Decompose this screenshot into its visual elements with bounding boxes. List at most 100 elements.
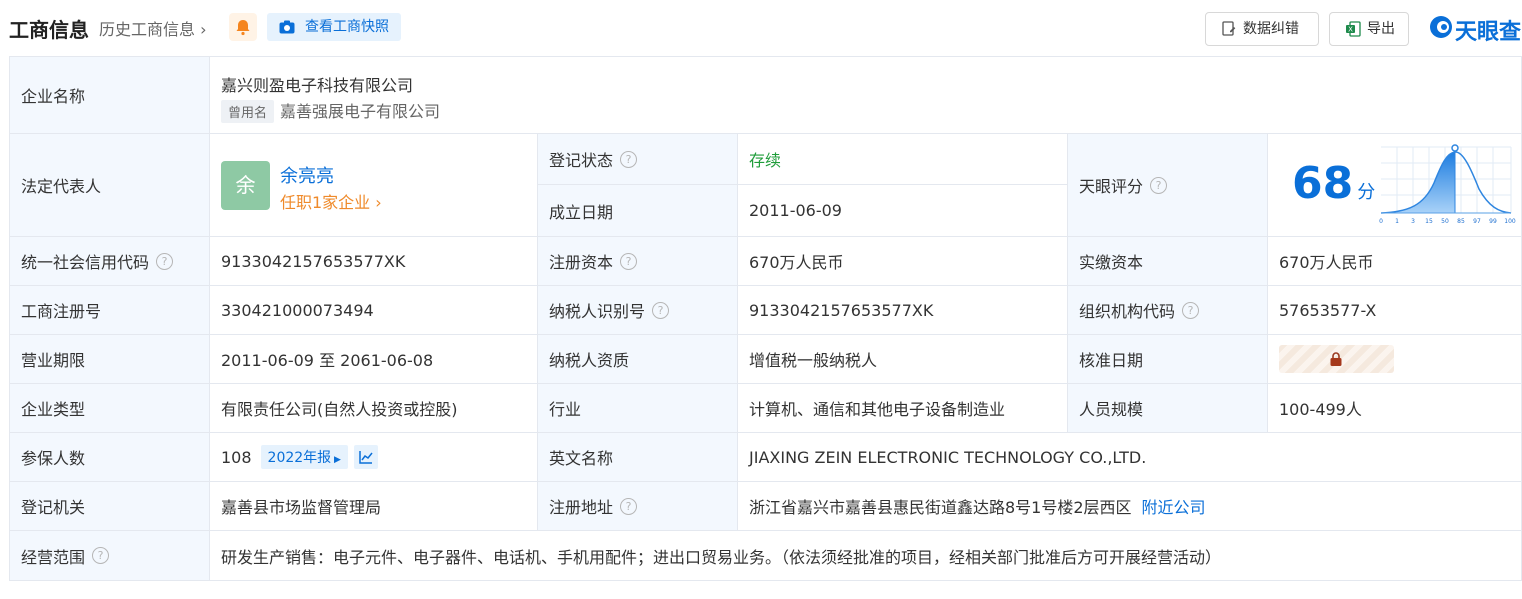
label-text: 工商注册号 <box>21 302 102 321</box>
label-reg-number: 工商注册号 <box>9 286 210 335</box>
label-text: 纳税人资质 <box>549 351 630 370</box>
reg-address-cell: 浙江省嘉兴市嘉善县惠民街道鑫达路8号1号楼2层西区 附近公司 <box>738 482 1522 531</box>
bell-button[interactable] <box>229 13 257 41</box>
staff-size-value: 100-499人 <box>1268 384 1522 433</box>
label-biz-term: 营业期限 <box>9 335 210 384</box>
camera-icon <box>279 20 295 34</box>
label-text: 组织机构代码 <box>1079 302 1176 321</box>
score-tick: 85 <box>1457 218 1465 225</box>
help-icon[interactable]: ? <box>620 497 638 515</box>
help-icon[interactable]: ? <box>92 547 110 564</box>
label-text: 企业名称 <box>21 87 86 106</box>
label-biz-scope: 经营范围? <box>9 531 210 581</box>
legal-rep-jobs-link[interactable]: 任职1家企业 › <box>280 189 382 213</box>
score-tick: 3 <box>1411 218 1415 225</box>
snapshot-label: 查看工商快照 <box>305 19 389 35</box>
label-taxpayer-qual: 纳税人资质 <box>538 335 738 384</box>
legal-rep-name[interactable]: 余亮亮 <box>280 162 334 188</box>
label-text: 法定代表人 <box>21 177 102 196</box>
paid-capital-value: 670万人民币 <box>1268 237 1522 286</box>
reg-status-value: 存续 <box>738 134 1068 185</box>
help-icon[interactable]: ? <box>1150 176 1168 194</box>
nearby-companies-link[interactable]: 附近公司 <box>1142 494 1206 518</box>
approve-date-cell <box>1268 335 1522 384</box>
company-type-value: 有限责任公司(自然人投资或控股) <box>210 384 538 433</box>
score-tick: 0 <box>1379 218 1383 225</box>
label-insured: 参保人数 <box>9 433 210 482</box>
label-org-code: 组织机构代码? <box>1068 286 1268 335</box>
score-value: 68 分 <box>1292 158 1375 209</box>
section-title: 工商信息 <box>9 18 89 42</box>
trend-chart-button[interactable] <box>353 445 378 469</box>
help-icon[interactable]: ? <box>652 301 670 319</box>
label-reg-capital: 注册资本? <box>538 237 738 286</box>
biz-scope-value: 研发生产销售：电子元件、电子器件、电话机、手机用配件；进出口贸易业务。（依法须经… <box>210 531 1522 581</box>
caret-right-icon: ▶ <box>331 455 341 465</box>
reg-address-value: 浙江省嘉兴市嘉善县惠民街道鑫达路8号1号楼2层西区 <box>749 498 1132 517</box>
label-text: 人员规模 <box>1079 400 1144 419</box>
found-date-value: 2011-06-09 <box>738 185 1068 237</box>
label-text: 注册地址 <box>549 498 614 517</box>
bell-icon <box>236 20 250 36</box>
legal-rep-jobs: 任职1家企业 <box>280 193 371 212</box>
excel-icon: X <box>1346 21 1361 37</box>
export-button[interactable]: X 导出 <box>1329 12 1409 46</box>
label-text: 经营范围 <box>21 547 86 567</box>
used-name-tag: 曾用名 <box>221 100 275 123</box>
company-name: 嘉兴则盈电子科技有限公司 <box>221 76 414 95</box>
label-text: 统一社会信用代码 <box>21 253 150 272</box>
chevron-right-icon: › <box>195 20 207 39</box>
help-icon[interactable]: ? <box>156 252 174 270</box>
help-icon[interactable]: ? <box>1182 301 1200 319</box>
label-paid-capital: 实缴资本 <box>1068 237 1268 286</box>
annual-report-button[interactable]: 2022年报 ▶ <box>260 445 348 469</box>
tianyancha-logo-icon <box>1430 16 1452 38</box>
label-text: 参保人数 <box>21 449 86 468</box>
used-name-row: 曾用名 嘉善强展电子有限公司 <box>221 98 440 123</box>
biz-term-value: 2011-06-09 至 2061-06-08 <box>210 335 538 384</box>
label-text: 营业期限 <box>21 351 86 370</box>
chevron-right-icon: › <box>370 193 382 212</box>
score-ticks: 0 1 3 15 50 85 97 99 100 <box>1379 218 1516 225</box>
data-correct-label: 数据纠错 <box>1243 21 1299 37</box>
reg-number-value: 330421000073494 <box>210 286 538 335</box>
tianyan-score-cell[interactable]: 68 分 0 1 3 15 50 85 97 99 100 <box>1268 134 1522 237</box>
label-found-date: 成立日期 <box>538 185 738 237</box>
score-tick: 50 <box>1441 218 1449 225</box>
history-link-label: 历史工商信息 <box>99 20 196 39</box>
label-reg-address: 注册地址? <box>538 482 738 531</box>
data-correct-button[interactable]: 数据纠错 <box>1205 12 1319 46</box>
industry-value: 计算机、通信和其他电子设备制造业 <box>738 384 1068 433</box>
label-text: 登记机关 <box>21 498 86 517</box>
label-text: 登记状态 <box>549 151 614 170</box>
history-link[interactable]: 历史工商信息 › <box>99 16 207 40</box>
locked-value[interactable] <box>1279 345 1394 373</box>
taxpayer-qual-value: 增值税一般纳税人 <box>738 335 1068 384</box>
score-tick: 15 <box>1425 218 1433 225</box>
label-company-name: 企业名称 <box>9 56 210 134</box>
label-taxpayer-id: 纳税人识别号? <box>538 286 738 335</box>
export-label: 导出 <box>1367 21 1395 37</box>
score-tick: 100 <box>1504 218 1516 225</box>
label-text: 实缴资本 <box>1079 253 1144 272</box>
header-bar: 工商信息 历史工商信息 › 查看工商快照 数据纠错 X 导出 天眼查 <box>0 0 1522 56</box>
label-text: 成立日期 <box>549 202 614 222</box>
help-icon[interactable]: ? <box>620 252 638 270</box>
snapshot-button[interactable]: 查看工商快照 <box>267 13 401 41</box>
label-text: 纳税人识别号 <box>549 302 646 321</box>
insured-value: 108 <box>221 447 252 467</box>
avatar[interactable]: 余 <box>221 161 270 210</box>
legal-rep-cell: 余 余亮亮 任职1家企业 › <box>210 134 538 237</box>
used-name: 嘉善强展电子有限公司 <box>280 102 441 121</box>
score-tick: 97 <box>1473 218 1481 225</box>
score-unit: 分 <box>1357 182 1376 203</box>
help-icon[interactable]: ? <box>620 150 638 168</box>
score-tick: 1 <box>1395 218 1399 225</box>
label-legal-rep: 法定代表人 <box>9 134 210 237</box>
line-chart-icon <box>359 451 373 464</box>
label-industry: 行业 <box>538 384 738 433</box>
label-reg-status: 登记状态? <box>538 134 738 185</box>
label-staff-size: 人员规模 <box>1068 384 1268 433</box>
score-distribution-chart: 0 1 3 15 50 85 97 99 100 <box>1379 144 1516 225</box>
lock-icon <box>1330 352 1342 366</box>
